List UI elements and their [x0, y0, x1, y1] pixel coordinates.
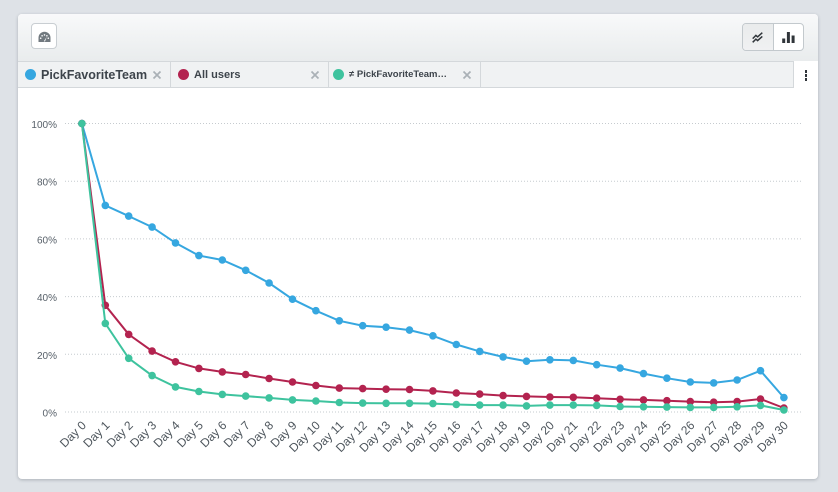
svg-text:20%: 20%	[37, 351, 57, 362]
svg-text:80%: 80%	[37, 178, 57, 189]
svg-text:0%: 0%	[43, 409, 58, 420]
svg-text:100%: 100%	[31, 120, 57, 131]
svg-text:60%: 60%	[37, 235, 57, 246]
svg-text:40%: 40%	[37, 293, 57, 304]
